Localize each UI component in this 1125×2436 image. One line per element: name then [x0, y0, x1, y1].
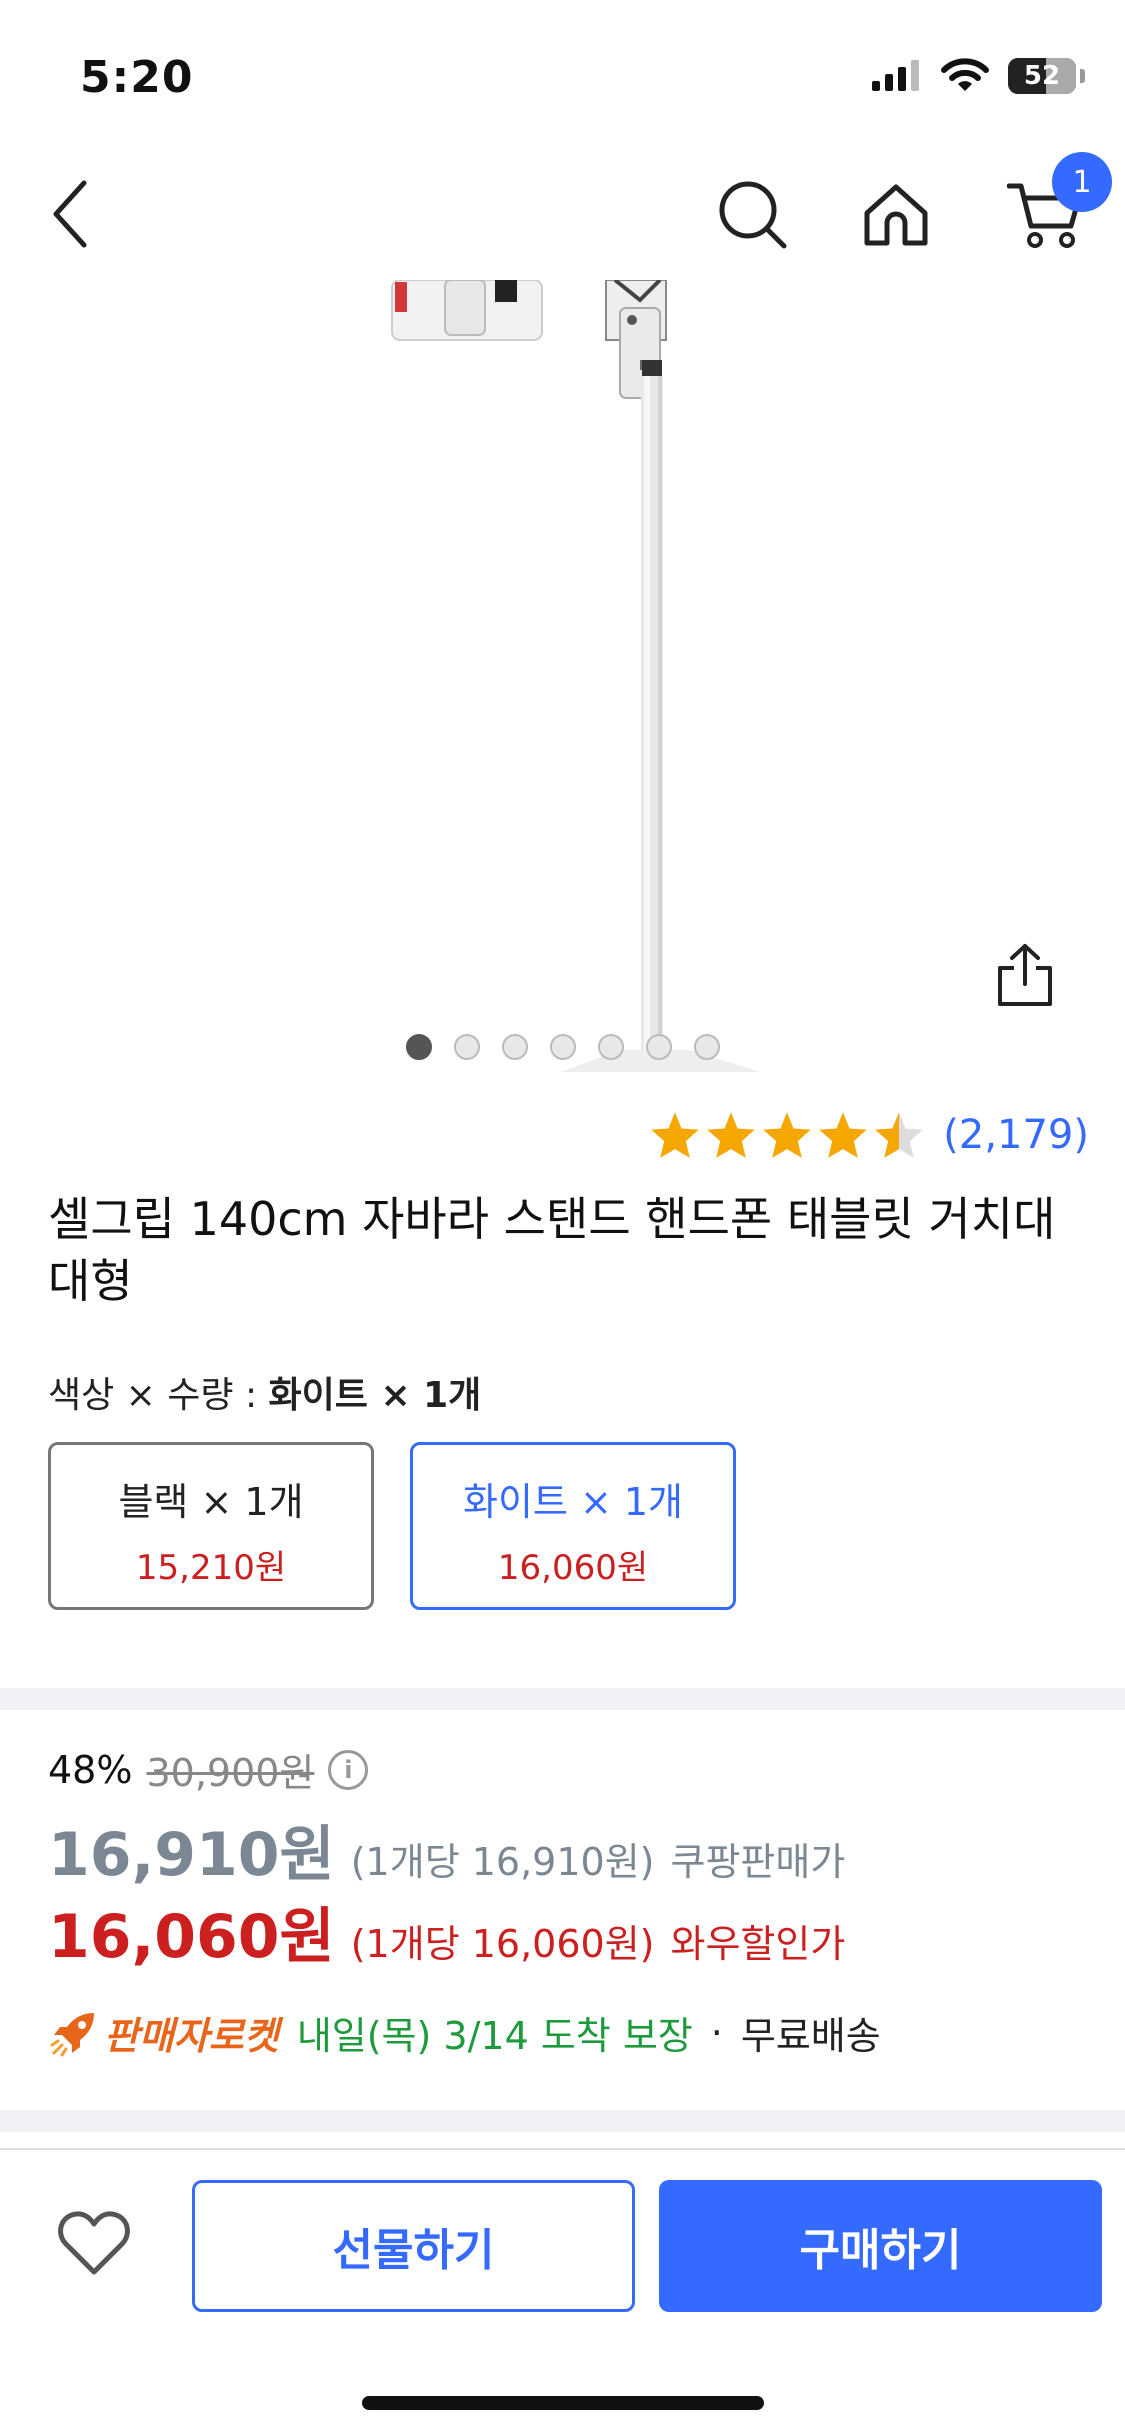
nav-bar — [0, 150, 1125, 280]
coupang-price: 16,910원 — [48, 1820, 335, 1890]
option-name: 블랙 × 1개 — [118, 1480, 304, 1524]
search-icon — [719, 181, 787, 249]
carousel-dot[interactable] — [645, 1034, 672, 1060]
discount-row: 48% 30,900원 i — [48, 1742, 369, 1797]
home-indicator — [362, 2396, 764, 2410]
carousel-dot[interactable] — [693, 1034, 720, 1060]
back-icon — [53, 180, 87, 248]
home-button[interactable] — [856, 174, 936, 254]
wow-price-label: 와우할인가 — [670, 1922, 846, 1966]
wow-price: 16,060원 — [48, 1902, 335, 1972]
heart-icon — [58, 2211, 130, 2275]
option-label-prefix: 색상 × 수량 : — [48, 1375, 269, 1416]
half-star-icon — [875, 1112, 924, 1158]
option-label: 색상 × 수량 : 화이트 × 1개 — [48, 1366, 481, 1418]
gift-button[interactable]: 선물하기 — [192, 2180, 635, 2312]
back-button[interactable] — [40, 174, 100, 254]
carousel-dot[interactable] — [501, 1034, 528, 1060]
seller-rocket-badge: 판매자로켓 — [48, 2005, 279, 2060]
cart-count-badge: 1 — [1052, 152, 1112, 212]
wow-unit-price: (1개당 16,060원) — [350, 1922, 655, 1966]
section-divider — [0, 2110, 1125, 2132]
discount-rate: 48% — [48, 1747, 133, 1792]
share-icon — [998, 944, 1052, 1006]
star-icon — [763, 1112, 812, 1158]
buy-button[interactable]: 구매하기 — [659, 2180, 1102, 2312]
wishlist-button[interactable] — [56, 2208, 136, 2288]
coupang-unit-price: (1개당 16,910원) — [350, 1840, 655, 1884]
option-name: 화이트 × 1개 — [462, 1480, 683, 1524]
product-image[interactable] — [0, 280, 1125, 1072]
delivery-separator: · — [710, 2010, 723, 2055]
delivery-row: 판매자로켓 내일(목) 3/14 도착 보장 · 무료배송 — [48, 2005, 881, 2060]
wifi-icon — [941, 58, 989, 91]
seller-rocket-label: 판매자로켓 — [104, 2014, 279, 2058]
info-icon[interactable]: i — [328, 1749, 369, 1790]
carousel-dot[interactable] — [597, 1034, 624, 1060]
star-icon — [651, 1112, 700, 1158]
signal-icon — [872, 60, 919, 91]
star-icon — [707, 1112, 756, 1158]
rating[interactable]: (2,179) — [649, 1110, 1089, 1160]
battery-level: 52 — [1023, 61, 1061, 91]
product-title: 셀그립 140cm 자바라 스탠드 핸드폰 태블릿 거치대 대형 — [48, 1192, 1056, 1308]
star-icon — [819, 1112, 868, 1158]
status-time: 5:20 — [80, 52, 194, 103]
option-selected-value: 화이트 × 1개 — [268, 1375, 482, 1416]
coupang-price-label: 쿠팡판매가 — [670, 1840, 846, 1884]
wow-price-row: 16,060원 (1개당 16,060원) 와우할인가 — [48, 1888, 845, 1975]
product-photo — [391, 280, 760, 1072]
home-icon — [864, 184, 928, 246]
carousel-dot[interactable] — [405, 1034, 432, 1060]
carousel-dot[interactable] — [549, 1034, 576, 1060]
option-price: 15,210원 — [135, 1548, 287, 1588]
rating-count[interactable]: (2,179) — [943, 1112, 1089, 1158]
original-price: 30,900원 — [146, 1751, 315, 1795]
coupang-price-row: 16,910원 (1개당 16,910원) 쿠팡판매가 — [48, 1806, 845, 1893]
bottom-action-bar: 선물하기 구매하기 — [0, 2148, 1125, 2436]
option-price: 16,060원 — [497, 1548, 649, 1588]
status-icons: 52 — [870, 58, 1085, 94]
carousel-dot[interactable] — [453, 1034, 480, 1060]
share-button[interactable] — [990, 940, 1060, 1010]
battery-icon: 52 — [1008, 58, 1076, 94]
carousel-dots — [0, 1034, 1125, 1060]
option-white[interactable]: 화이트 × 1개 16,060원 — [410, 1442, 736, 1610]
status-bar: 5:20 52 — [0, 0, 1125, 150]
option-black[interactable]: 블랙 × 1개 15,210원 — [48, 1442, 374, 1610]
search-button[interactable] — [712, 174, 792, 254]
section-divider — [0, 1688, 1125, 1710]
battery-tip — [1080, 69, 1085, 83]
free-shipping: 무료배송 — [740, 2014, 881, 2058]
delivery-date: 내일(목) 3/14 도착 보장 — [296, 2014, 693, 2058]
rocket-icon — [50, 2012, 94, 2056]
